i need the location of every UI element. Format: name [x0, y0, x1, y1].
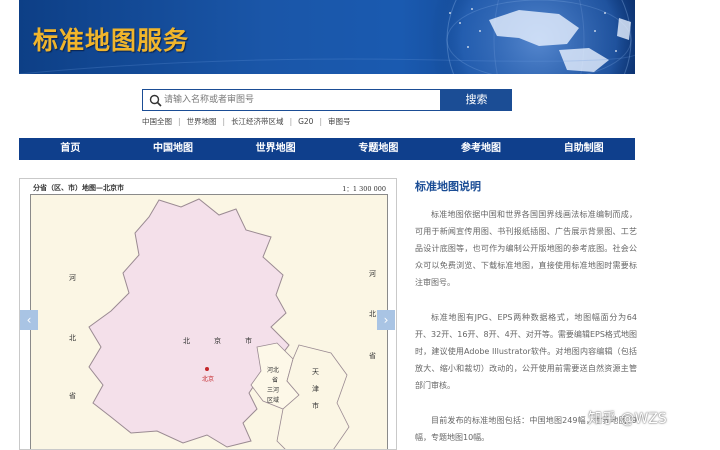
map-label: 三河 — [267, 387, 280, 394]
site-banner: 标准地图服务 — [19, 0, 635, 74]
map-label: 北 — [69, 334, 76, 342]
nav-item-thematic-map[interactable]: 专题地图 — [327, 138, 430, 160]
quick-link-yangtze[interactable]: 长江经济带区域 — [231, 117, 284, 126]
map-label: 市 — [312, 402, 319, 410]
chevron-right-icon: › — [383, 313, 389, 327]
search-input[interactable] — [164, 91, 434, 109]
description-paragraph: 标准地图有JPG、EPS两种数据格式，地图幅面分为64开、32开、16开、8开、… — [415, 313, 637, 390]
description-title: 标准地图说明 — [415, 180, 481, 193]
map-label: 京 — [214, 337, 221, 345]
site-title: 标准地图服务 — [33, 26, 190, 55]
map-frame: 河 北 省 河 北 省 北 京 市 北京 天 津 市 河北 省 三河 区域 — [30, 194, 388, 449]
map-label: 市 — [245, 337, 252, 345]
search-box — [142, 89, 441, 111]
carousel-next-button[interactable]: › — [377, 310, 395, 330]
map-label: 河 — [69, 274, 76, 282]
nav-item-china-map[interactable]: 中国地图 — [122, 138, 225, 160]
chevron-left-icon: ‹ — [26, 313, 32, 327]
quick-links: 中国全图 | 世界地图 | 长江经济带区域 | G20 | 审图号 — [142, 117, 351, 126]
search-icon — [149, 94, 162, 107]
main-nav: 首页 中国地图 世界地图 专题地图 参考地图 自助制图 — [19, 138, 635, 160]
map-scale: 1：1 300 000 — [342, 185, 386, 193]
map-label: 省 — [69, 392, 76, 400]
map-label: 津 — [312, 385, 319, 393]
capital-marker — [205, 367, 209, 371]
map-label: 北 — [369, 310, 376, 318]
beijing-map — [88, 198, 350, 449]
map-label: 河 — [369, 270, 376, 278]
map-label: 天 — [312, 368, 319, 376]
nav-item-world-map[interactable]: 世界地图 — [224, 138, 327, 160]
quick-link-world[interactable]: 世界地图 — [187, 117, 217, 126]
nav-item-self-service[interactable]: 自助制图 — [532, 138, 635, 160]
description-paragraph: 标准地图依据中国和世界各国国界线画法标准编制而成，可用于新闻宣传用图、书刊报纸插… — [415, 210, 637, 287]
nav-item-home[interactable]: 首页 — [19, 138, 122, 160]
quick-link-g20[interactable]: G20 — [298, 117, 313, 126]
beijing-region — [88, 198, 290, 448]
map-label: 省 — [272, 377, 279, 384]
search-button[interactable]: 搜索 — [441, 89, 512, 111]
quick-link-review-number[interactable]: 审图号 — [328, 117, 351, 126]
quick-link-china[interactable]: 中国全图 — [142, 117, 172, 126]
map-label: 区域 — [267, 397, 280, 404]
carousel-prev-button[interactable]: ‹ — [20, 310, 38, 330]
map-label: 省 — [369, 352, 376, 360]
capital-label: 北京 — [202, 376, 215, 383]
map-title: 分省（区、市）地图—北京市 — [33, 183, 124, 192]
nav-item-reference-map[interactable]: 参考地图 — [430, 138, 533, 160]
watermark: 知乎 @WZS — [588, 411, 667, 427]
map-label: 河北 — [267, 367, 280, 374]
map-label: 北 — [183, 337, 190, 345]
map-preview-panel[interactable]: 分省（区、市）地图—北京市 1：1 300 000 河 北 省 河 北 省 北 … — [19, 178, 397, 450]
